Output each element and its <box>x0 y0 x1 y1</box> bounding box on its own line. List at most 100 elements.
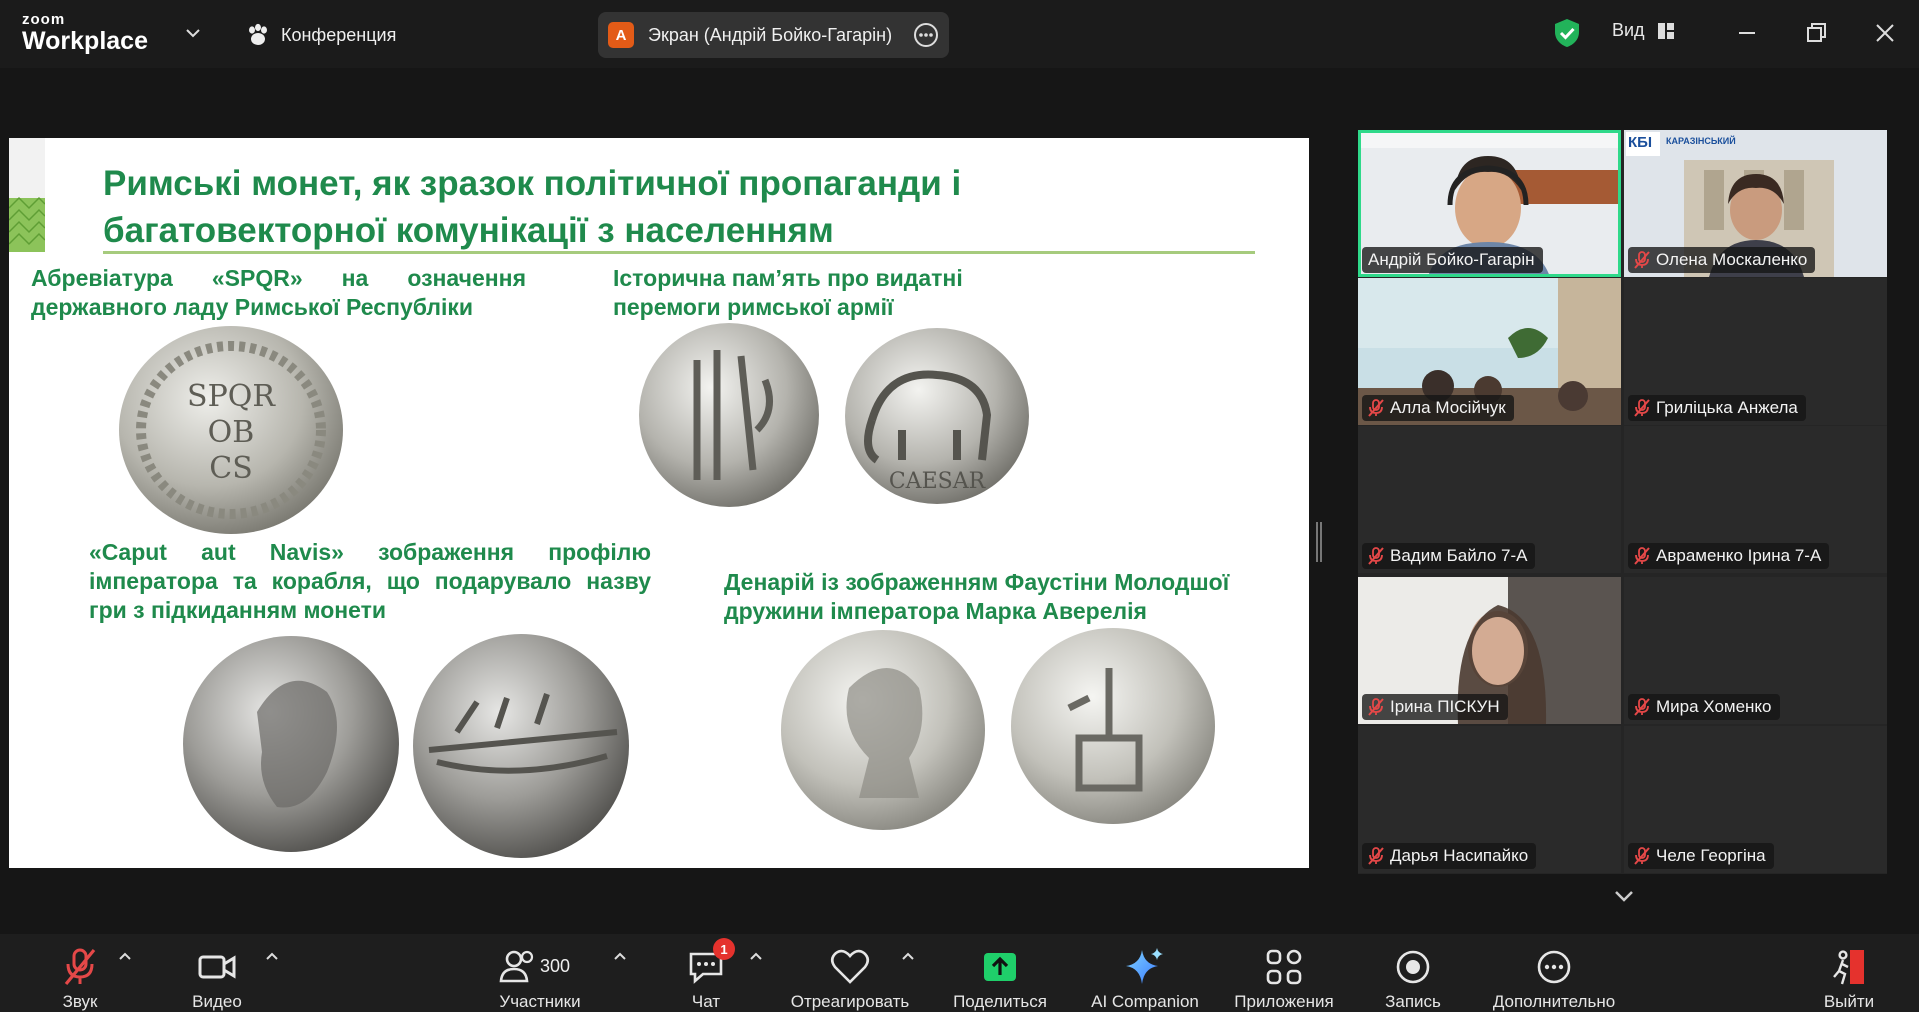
mic-muted-icon <box>1368 547 1384 565</box>
caesar-coins-image: CAESAR <box>639 323 1029 507</box>
audio-label: Звук <box>62 992 98 1011</box>
share-button[interactable]: Поделиться <box>950 934 1050 1012</box>
caption-spqr-line2: державного ладу Римської Республіки <box>31 294 474 320</box>
minimize-icon[interactable] <box>1732 18 1762 48</box>
participant-tile[interactable]: Челе Георгіна <box>1624 726 1887 873</box>
more-button[interactable]: Дополнительно <box>1484 934 1624 1012</box>
panel-resize-handle[interactable] <box>1316 522 1322 562</box>
close-icon[interactable] <box>1870 18 1900 48</box>
ai-companion-label: AI Companion <box>1091 992 1199 1011</box>
spqr-coin-image: SPQR OB CS <box>119 326 343 534</box>
participant-gallery: Андрій Бойко-Гагарін КБІ КАРАЗІНСЬКИЙ Ол… <box>1358 130 1887 874</box>
participants-count: 300 <box>540 956 571 976</box>
conference-button[interactable]: Конференция <box>245 20 396 50</box>
restore-icon[interactable] <box>1801 18 1831 48</box>
participant-name-pill: Андрій Бойко-Гагарін <box>1362 247 1543 273</box>
screen-share-indicator[interactable]: A Экран (Андрій Бойко-Гагарін) <box>598 12 949 58</box>
slide-title-line1: Римські монет, як зразок політичної проп… <box>103 164 962 203</box>
heart-icon <box>830 949 870 984</box>
participant-name: Алла Мосійчук <box>1390 398 1506 417</box>
video-button[interactable]: Видео <box>187 934 247 1012</box>
share-screen-icon <box>984 953 1016 981</box>
apps-icon <box>1266 949 1302 985</box>
participant-tile[interactable]: Гриліцька Анжела <box>1624 278 1887 425</box>
participant-name-pill: Челе Георгіна <box>1628 843 1774 869</box>
video-options-chevron-icon[interactable] <box>264 948 280 964</box>
chevron-down-icon[interactable] <box>182 22 204 44</box>
participant-name-pill: Мира Хоменко <box>1628 694 1780 720</box>
chat-button[interactable]: 1 Чат <box>683 934 735 1012</box>
title-underline <box>103 251 1255 254</box>
mic-muted-icon <box>1634 847 1650 865</box>
caption-faustina: Денарій із зображенням Фаустіни Молодшої… <box>724 568 1294 626</box>
shared-slide: Римські монет, як зразок політичної проп… <box>9 138 1309 868</box>
participants-options-chevron-icon[interactable] <box>612 948 628 964</box>
more-icon <box>1537 950 1571 984</box>
caption-caput-line2: імператора та корабля, що подарувало наз… <box>89 568 651 594</box>
video-label: Видео <box>192 992 242 1011</box>
participant-tile[interactable]: КБІ КАРАЗІНСЬКИЙ Олена Москаленко <box>1624 130 1887 277</box>
slide-title: Римські монет, як зразок політичної проп… <box>103 160 1103 254</box>
participant-tile[interactable]: Мира Хоменко <box>1624 577 1887 724</box>
participant-tile[interactable]: Вадим Байло 7-А <box>1358 426 1621 573</box>
participant-name-pill: Алла Мосійчук <box>1362 395 1514 421</box>
institute-logo-subtitle: КАРАЗІНСЬКИЙ <box>1666 136 1736 146</box>
mic-muted-icon <box>1634 547 1650 565</box>
meeting-toolbar: Звук Видео 300 Участники 1 Чат Отреагиро… <box>0 934 1919 1012</box>
react-button[interactable]: Отреагировать <box>786 934 914 1012</box>
react-options-chevron-icon[interactable] <box>900 948 916 964</box>
record-label: Запись <box>1385 992 1441 1011</box>
participant-name: Челе Георгіна <box>1656 846 1766 865</box>
participant-name-pill: Авраменко Ірина 7-А <box>1628 543 1830 569</box>
react-label: Отреагировать <box>790 992 910 1011</box>
audio-button[interactable]: Звук <box>50 934 110 1012</box>
apps-button[interactable]: Приложения <box>1228 934 1340 1012</box>
chat-icon-wrap: 1 <box>683 938 735 990</box>
participant-name: Андрій Бойко-Гагарін <box>1368 250 1535 269</box>
participant-name-pill: Ірина ПІСКУН <box>1362 694 1508 720</box>
view-button[interactable]: Вид <box>1612 20 1675 41</box>
ai-companion-button[interactable]: AI Companion <box>1085 934 1205 1012</box>
hadrian-coins-image <box>183 634 629 858</box>
audio-options-chevron-icon[interactable] <box>117 948 133 964</box>
conference-label: Конференция <box>281 24 397 45</box>
video-camera-icon <box>198 955 236 979</box>
participants-button[interactable]: 300 Участники <box>496 934 584 1012</box>
screen-share-label: Экран (Андрій Бойко-Гагарін) <box>648 24 893 45</box>
sharer-avatar: A <box>608 22 634 48</box>
caption-spqr-line1: Абревіатура «SPQR» на означення <box>31 265 526 291</box>
encryption-shield-icon[interactable] <box>1553 18 1581 48</box>
participant-tile[interactable]: Алла Мосійчук <box>1358 278 1621 425</box>
caption-victories-line2: перемоги римської армії <box>613 294 894 320</box>
share-label: Поделиться <box>953 992 1047 1011</box>
slide-decoration <box>9 138 45 252</box>
faustina-coins-image <box>781 628 1215 830</box>
more-options-icon[interactable] <box>913 22 939 48</box>
apps-label: Приложения <box>1234 992 1334 1011</box>
participant-name-pill: Дарья Насипайко <box>1362 843 1537 869</box>
coin-text-caesar: CAESAR <box>889 469 987 494</box>
participant-tile[interactable]: Андрій Бойко-Гагарін <box>1358 130 1621 277</box>
grid-view-icon <box>1657 22 1674 39</box>
caption-caput-line1: «Caput aut Navis» зображення профілю <box>89 539 651 565</box>
mic-muted-icon <box>1634 399 1650 417</box>
participant-tile[interactable]: Дарья Насипайко <box>1358 726 1621 873</box>
participant-name: Вадим Байло 7-А <box>1390 546 1528 565</box>
chat-unread-badge: 1 <box>713 938 735 960</box>
participants-icon <box>499 950 534 983</box>
participant-tile[interactable]: Ірина ПІСКУН <box>1358 577 1621 724</box>
brand-small: zoom <box>22 11 66 28</box>
record-button[interactable]: Запись <box>1378 934 1448 1012</box>
brand-big: Workplace <box>22 27 148 55</box>
mic-muted-icon <box>1634 698 1650 716</box>
participants-icon-wrap: 300 <box>496 944 584 990</box>
coin-text-ob: OB <box>208 415 255 450</box>
sparkle-icon <box>1126 948 1163 984</box>
chat-options-chevron-icon[interactable] <box>748 948 764 964</box>
participant-name: Ірина ПІСКУН <box>1390 697 1500 716</box>
gallery-scroll-down-icon[interactable] <box>1610 884 1638 908</box>
participant-name-pill: Гриліцька Анжела <box>1628 395 1806 421</box>
leave-button[interactable]: Выйти <box>1819 934 1879 1012</box>
participant-tile[interactable]: Авраменко Ірина 7-А <box>1624 426 1887 573</box>
caption-faustina-line1: Денарій із зображенням Фаустіни Молодшої <box>724 569 1230 595</box>
